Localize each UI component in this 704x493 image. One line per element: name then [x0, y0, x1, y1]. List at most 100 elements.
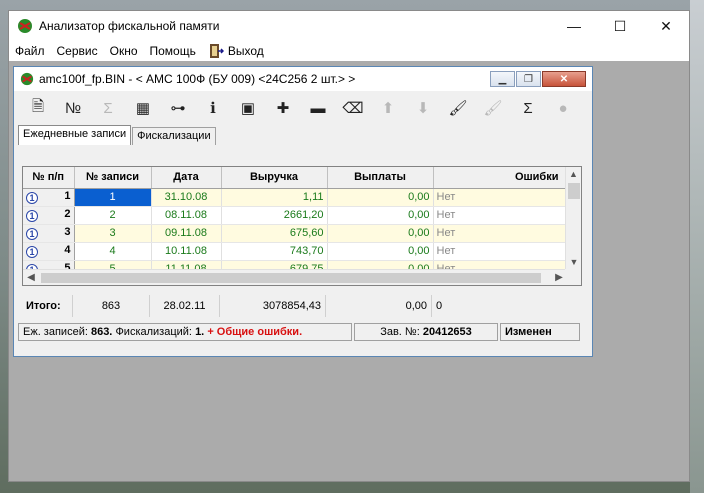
euro-icon[interactable]: Σ: [96, 96, 120, 120]
number-icon[interactable]: №: [61, 96, 85, 120]
brush-icon[interactable]: 🖌: [481, 96, 505, 120]
date-cell[interactable]: 09.11.08: [151, 224, 222, 243]
menu-file[interactable]: Файл: [9, 41, 51, 61]
app-title: Анализатор фискальной памяти: [39, 19, 220, 33]
horizontal-scroll-thumb[interactable]: [41, 273, 541, 283]
paint-icon[interactable]: 🖌: [446, 96, 470, 120]
record-status-icon: 1: [26, 192, 38, 204]
disk-icon[interactable]: ●: [551, 96, 575, 120]
maximize-button[interactable]: ☐: [597, 11, 643, 41]
errors-cell[interactable]: Нет: [433, 206, 568, 225]
desktop-background: [690, 0, 704, 493]
errors-cell[interactable]: Нет: [433, 188, 568, 207]
row-number-cell[interactable]: 11: [23, 188, 75, 207]
payouts-cell[interactable]: 0,00: [327, 206, 434, 225]
child-minimize-button[interactable]: ▁: [490, 71, 515, 87]
status-serial-label: Зав. №:: [380, 326, 420, 338]
column-header-record-number[interactable]: № записи: [74, 167, 152, 189]
table-row[interactable]: 1 4 4 10.11.08 743,70 0,00 Нет: [23, 242, 568, 261]
status-records-label: Еж. записей:: [23, 326, 88, 338]
plus-icon[interactable]: ✚: [271, 96, 295, 120]
revenue-cell[interactable]: 743,70: [221, 242, 328, 261]
revenue-cell[interactable]: 1,11: [221, 188, 328, 207]
frame-icon[interactable]: ▣: [236, 96, 260, 120]
scroll-up-icon[interactable]: ▲: [566, 167, 581, 181]
menu-service[interactable]: Сервис: [51, 41, 104, 61]
info-icon[interactable]: ℹ: [201, 96, 225, 120]
row-number-cell[interactable]: 12: [23, 206, 75, 225]
records-table: № п/п № записи Дата Выручка Выплаты Ошиб…: [23, 167, 568, 279]
record-status-icon: 1: [26, 210, 38, 222]
payouts-cell[interactable]: 0,00: [327, 242, 434, 261]
column-header-revenue[interactable]: Выручка: [221, 167, 328, 189]
menu-exit[interactable]: Выход: [202, 41, 270, 61]
revenue-cell[interactable]: 675,60: [221, 224, 328, 243]
record-number-cell[interactable]: 1: [73, 187, 152, 207]
date-cell[interactable]: 08.11.08: [151, 206, 222, 225]
eraser-icon[interactable]: ⌫: [341, 96, 365, 120]
close-button[interactable]: ✕: [643, 11, 689, 41]
status-errors: + Общие ошибки.: [207, 326, 303, 338]
child-close-button[interactable]: ✕: [542, 71, 586, 87]
child-title-bar: amc100f_fp.BIN - < АМС 100Ф (БУ 009) <24…: [14, 67, 592, 91]
vertical-scrollbar[interactable]: ▲ ▼: [565, 167, 581, 269]
title-bar: Анализатор фискальной памяти — ☐ ✕: [9, 11, 689, 41]
records-grid: № п/п № записи Дата Выручка Выплаты Ошиб…: [22, 166, 582, 286]
record-number-cell[interactable]: 3: [74, 224, 152, 243]
status-serial: Зав. №: 20412653: [354, 323, 498, 341]
totals-records: 863: [73, 295, 150, 317]
scroll-left-icon[interactable]: ◀: [23, 270, 39, 286]
payouts-cell[interactable]: 0,00: [327, 188, 434, 207]
revenue-cell[interactable]: 2661,20: [221, 206, 328, 225]
child-title: amc100f_fp.BIN - < АМС 100Ф (БУ 009) <24…: [39, 72, 356, 86]
record-number-cell[interactable]: 4: [74, 242, 152, 261]
row-number: 2: [64, 208, 71, 220]
table-row[interactable]: 1 1 1 31.10.08 1,11 0,00 Нет: [23, 187, 568, 207]
payouts-cell[interactable]: 0,00: [327, 224, 434, 243]
column-header-errors[interactable]: Ошибки: [433, 167, 568, 189]
scroll-down-icon[interactable]: ▼: [566, 255, 582, 269]
row-number: 4: [64, 244, 71, 256]
table-row[interactable]: 1 2 2 08.11.08 2661,20 0,00 Нет: [23, 206, 568, 225]
status-serial-value: 20412653: [422, 326, 472, 338]
child-restore-button[interactable]: ❐: [516, 71, 541, 87]
report-icon[interactable]: 🗎: [26, 96, 50, 120]
record-status-icon: 1: [26, 246, 38, 258]
column-header-payouts[interactable]: Выплаты: [327, 167, 434, 189]
tab-daily-records[interactable]: Ежедневные записи: [18, 125, 132, 145]
column-header-date[interactable]: Дата: [151, 167, 222, 189]
date-cell[interactable]: 31.10.08: [151, 188, 222, 207]
horizontal-scrollbar[interactable]: ◀ ▶: [23, 269, 567, 285]
child-app-icon: [20, 72, 34, 86]
menu-bar: Файл Сервис Окно Помощь Выход: [9, 41, 689, 61]
tree-icon[interactable]: ⊶: [166, 96, 190, 120]
menu-help[interactable]: Помощь: [144, 41, 202, 61]
row-number-cell[interactable]: 14: [23, 242, 75, 261]
totals-revenue: 3078854,43: [220, 295, 326, 317]
vertical-scroll-thumb[interactable]: [568, 183, 580, 199]
main-window: Анализатор фискальной памяти — ☐ ✕ Файл …: [8, 10, 690, 482]
tab-fiscalizations[interactable]: Фискализации: [132, 127, 216, 145]
status-summary: Еж. записей: 863. Фискализаций: 1. + Общ…: [18, 323, 352, 341]
errors-cell[interactable]: Нет: [433, 224, 568, 243]
exit-icon: [209, 44, 224, 58]
row-number-cell[interactable]: 13: [23, 224, 75, 243]
arrow-up-icon[interactable]: ⬆: [376, 96, 400, 120]
menu-window[interactable]: Окно: [104, 41, 144, 61]
row-number: 1: [64, 190, 71, 202]
arrow-down-icon[interactable]: ⬇: [411, 96, 435, 120]
table-row[interactable]: 1 3 3 09.11.08 675,60 0,00 Нет: [23, 224, 568, 243]
errors-cell[interactable]: Нет: [433, 242, 568, 261]
toolbar: 🗎 № Σ ▦ ⊶ ℹ ▣ ✚ ▬ ⌫ ⬆ ⬇ 🖌 🖌 Σ ●: [14, 91, 592, 125]
sigma-icon[interactable]: Σ: [516, 96, 540, 120]
totals-date: 28.02.11: [150, 295, 220, 317]
minus-icon[interactable]: ▬: [306, 96, 330, 120]
status-state: Изменен: [500, 323, 580, 341]
record-number-cell[interactable]: 2: [74, 206, 152, 225]
date-cell[interactable]: 10.11.08: [151, 242, 222, 261]
app-icon: [18, 19, 32, 33]
tab-strip: Ежедневные записи Фискализации: [18, 125, 592, 145]
column-header-row-number[interactable]: № п/п: [23, 167, 75, 189]
minimize-button[interactable]: —: [551, 11, 597, 41]
calculator-icon[interactable]: ▦: [131, 96, 155, 120]
